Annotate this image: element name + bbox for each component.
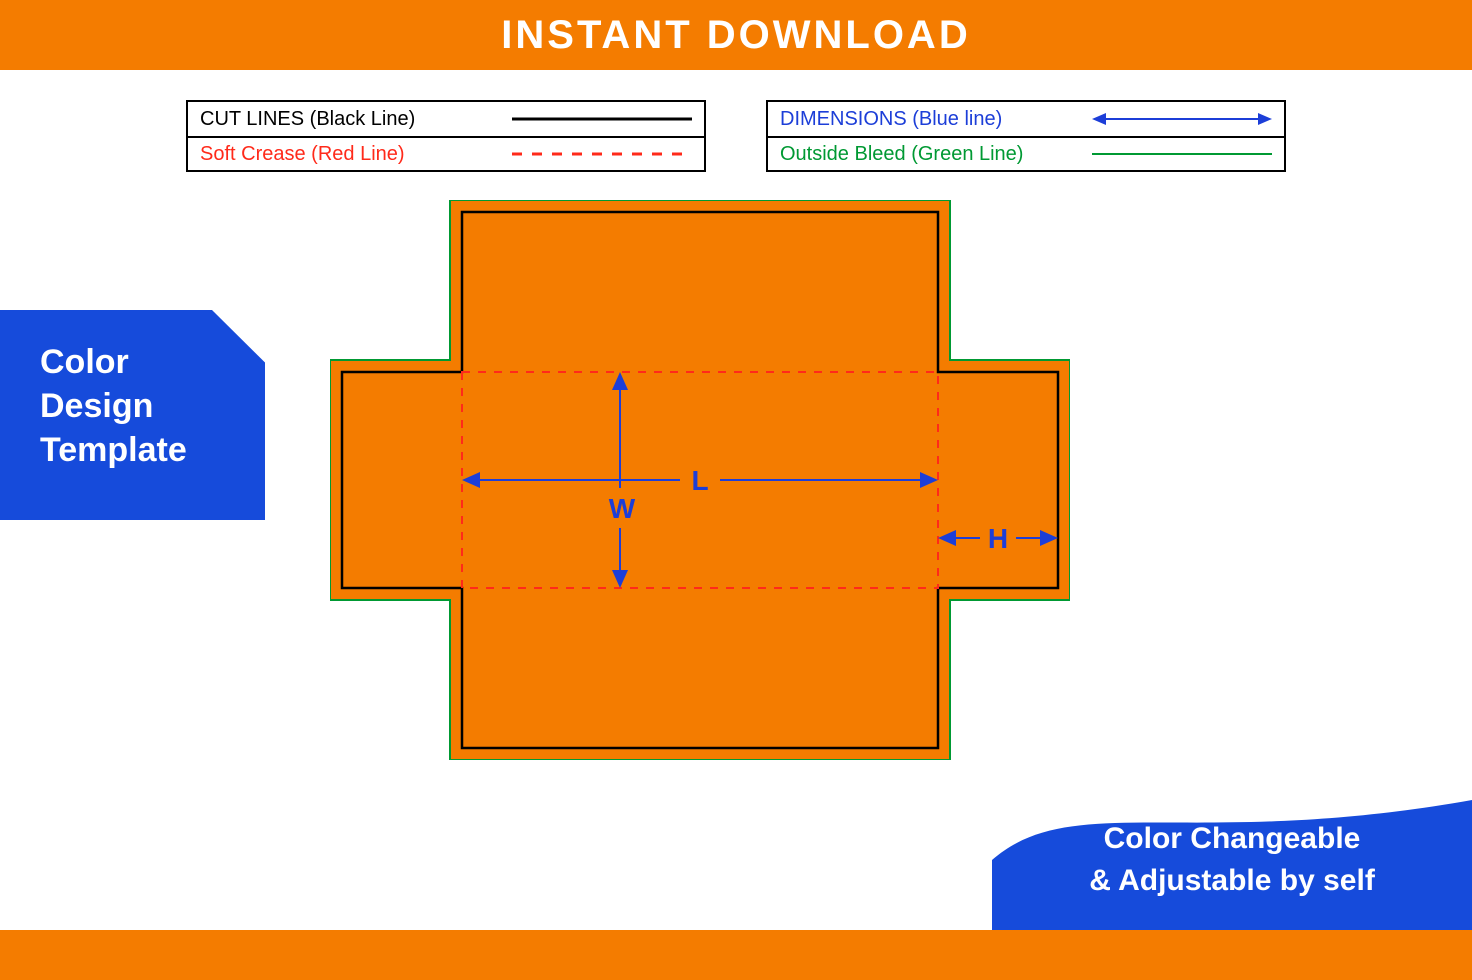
legend-box-left: CUT LINES (Black Line) Soft Crease (Red … [186, 100, 706, 172]
legend-bleed-sample [1092, 144, 1272, 164]
dieline-svg: L W H [330, 200, 1070, 760]
dieline-figure: L W H [330, 200, 1070, 760]
legend-bleed-label: Outside Bleed (Green Line) [780, 143, 1092, 166]
legend-cut-label: CUT LINES (Black Line) [200, 108, 512, 131]
header-bar: INSTANT DOWNLOAD [0, 0, 1472, 70]
legend-dim-label: DIMENSIONS (Blue line) [780, 108, 1092, 131]
badge-color-changeable: Color Changeable & Adjustable by self [992, 790, 1472, 930]
legend-row: CUT LINES (Black Line) Soft Crease (Red … [0, 100, 1472, 172]
legend-cut-sample [512, 109, 692, 129]
label-W: W [609, 493, 636, 524]
legend-crease-label: Soft Crease (Red Line) [200, 143, 512, 166]
legend-dimensions: DIMENSIONS (Blue line) [768, 102, 1284, 136]
header-title: INSTANT DOWNLOAD [501, 13, 970, 58]
badge-left-text: Color Design Template [40, 343, 187, 469]
legend-bleed: Outside Bleed (Green Line) [768, 136, 1284, 170]
badge-color-design-template: Color Design Template [0, 310, 265, 520]
legend-dim-sample [1092, 109, 1272, 129]
legend-cut-lines: CUT LINES (Black Line) [188, 102, 704, 136]
legend-crease-sample [512, 144, 692, 164]
badge-right-text: Color Changeable & Adjustable by self [1089, 818, 1375, 902]
footer-bar [0, 930, 1472, 980]
label-H: H [988, 523, 1008, 554]
legend-crease: Soft Crease (Red Line) [188, 136, 704, 170]
legend-box-right: DIMENSIONS (Blue line) Outside Bleed (Gr… [766, 100, 1286, 172]
label-L: L [691, 465, 708, 496]
